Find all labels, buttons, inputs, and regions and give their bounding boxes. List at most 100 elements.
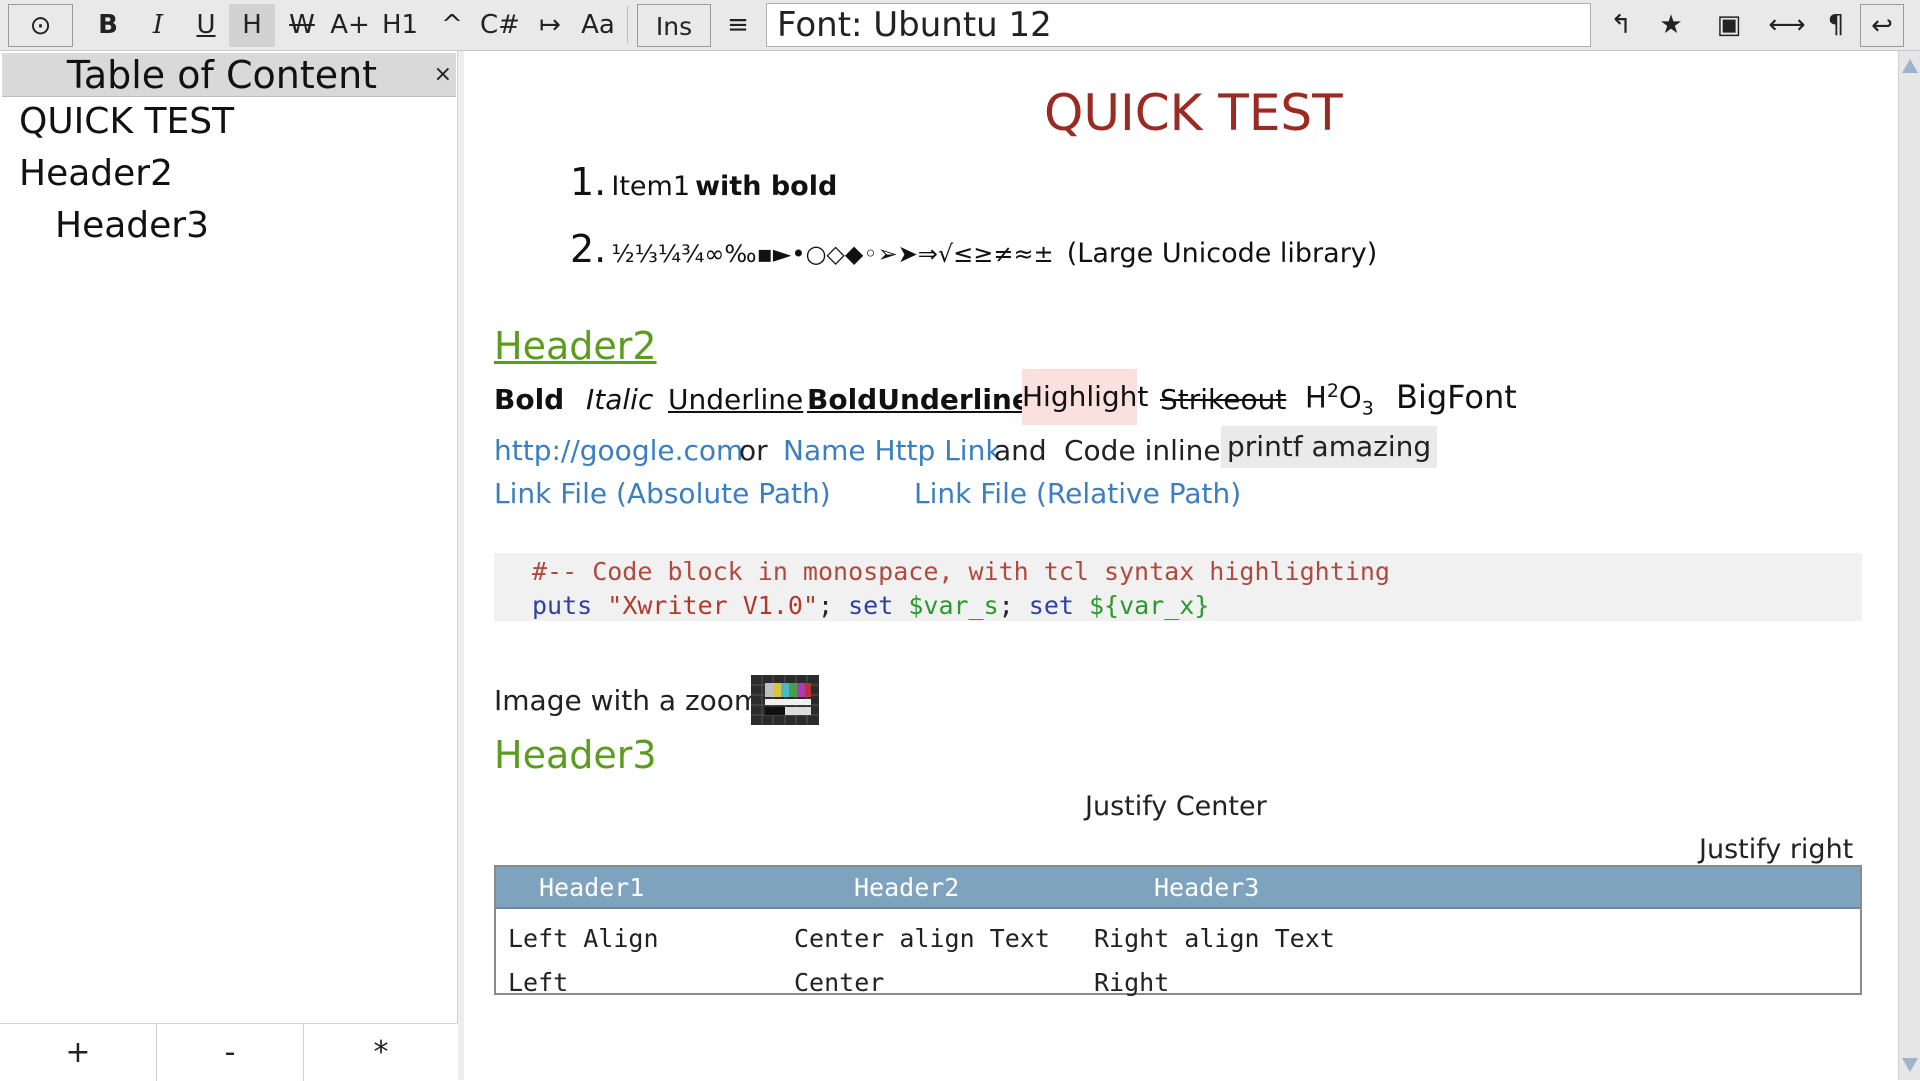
code-block: #-- Code block in monospace, with tcl sy…	[494, 553, 1862, 621]
justify-right-text: Justify right	[1699, 834, 1854, 865]
box-icon: ▣	[1716, 10, 1742, 40]
unicode-sample: ½⅓¼¾∞‰▪►•○◇◆◦➢➤⇒√≤≥≠≈±	[611, 240, 1054, 268]
code-keyword: puts	[532, 591, 593, 620]
or-text: or	[739, 434, 768, 467]
strike-button[interactable]: W	[280, 4, 324, 47]
star-icon: ★	[1659, 10, 1683, 40]
toc-add-button[interactable]: +	[0, 1024, 157, 1081]
chem-sub: 3	[1361, 397, 1374, 420]
enter-icon: ↩	[1871, 11, 1893, 41]
bold-button[interactable]: B	[86, 4, 130, 47]
format-italic: Italic	[586, 383, 654, 416]
test-pattern-image[interactable]	[751, 675, 819, 725]
chem-h: H	[1305, 380, 1327, 415]
code-keyword: set	[1028, 591, 1074, 620]
vertical-scrollbar[interactable]	[1898, 51, 1920, 1080]
menu-button[interactable]: ≡	[716, 4, 760, 47]
font-field[interactable]: Font: Ubuntu 12	[766, 3, 1591, 47]
code-inline-label: Code inline:	[1064, 434, 1231, 467]
width-arrows-icon: ⟷	[1768, 10, 1806, 40]
table-header-cell: Header3	[1154, 873, 1260, 902]
toolbar: ⊙ B I U H W A+ H1 ^ C# ↦ Aa Ins ≡ Font: …	[0, 0, 1920, 51]
star-button[interactable]: ★	[1648, 4, 1694, 47]
toc-all-button[interactable]: *	[304, 1024, 458, 1081]
table-cell: Center	[794, 968, 885, 997]
list-item-1: 1. Item1 with bold	[570, 160, 837, 204]
table-header-row: Header1 Header2 Header3	[496, 867, 1860, 909]
header2-heading[interactable]: Header2	[494, 324, 657, 368]
table-header-cell: Header1	[539, 873, 645, 902]
toc-header: Table of Content ×	[2, 53, 456, 97]
named-http-link[interactable]: Name Http Link	[783, 434, 1002, 467]
list-number: 1.	[570, 160, 607, 204]
undo-icon: ↰	[1610, 10, 1632, 40]
table-header-cell: Header2	[854, 873, 960, 902]
list-number: 2.	[570, 227, 607, 271]
h1-button[interactable]: H1	[378, 4, 422, 47]
table-cell: Right	[1094, 968, 1170, 997]
test-pattern-icon	[751, 675, 819, 725]
format-bigfont: BigFont	[1396, 378, 1517, 416]
target-button[interactable]: ⊙	[8, 4, 73, 47]
toc-item-header3[interactable]: Header3	[55, 205, 209, 246]
underline-button[interactable]: U	[184, 4, 228, 47]
code-semicolon: ;	[818, 591, 834, 620]
scroll-up-icon[interactable]	[1902, 59, 1918, 73]
table-cell: Left Align	[508, 924, 659, 953]
document-title: QUICK TEST	[1044, 84, 1343, 142]
table-cell: Center align Text	[794, 924, 1050, 953]
chem-sup: 2	[1326, 380, 1339, 402]
width-button[interactable]: ⟷	[1762, 4, 1812, 47]
format-strikeout: Strikeout	[1160, 383, 1287, 416]
indent-button[interactable]: ↦	[528, 4, 572, 47]
toc-remove-button[interactable]: -	[157, 1024, 304, 1081]
pilcrow-button[interactable]: ¶	[1816, 4, 1856, 47]
format-underline: Underline	[668, 383, 804, 416]
code-line-1: #-- Code block in monospace, with tcl sy…	[532, 557, 1390, 586]
code-string: "Xwriter V1.0"	[607, 591, 818, 620]
format-bold-underline: BoldUnderline	[807, 383, 1031, 416]
code-keyword: set	[848, 591, 894, 620]
heading-button[interactable]: H	[229, 4, 275, 47]
toc-item-header2[interactable]: Header2	[19, 153, 173, 194]
google-link[interactable]: http://google.com	[494, 434, 743, 467]
code-comment: #-- Code block in monospace, with tcl sy…	[532, 557, 1390, 586]
undo-button[interactable]: ↰	[1598, 4, 1644, 47]
data-table: Header1 Header2 Header3 Left Align Cente…	[494, 865, 1862, 997]
enter-button[interactable]: ↩	[1860, 4, 1904, 47]
code-inline: printf amazing	[1221, 426, 1438, 468]
code-inline-text: printf amazing	[1221, 426, 1438, 468]
toolbar-separator	[627, 6, 628, 44]
toc-footer: + - *	[0, 1023, 458, 1081]
toc-sidebar: Table of Content × QUICK TEST Header2 He…	[0, 51, 458, 1081]
scroll-down-icon[interactable]	[1902, 1058, 1918, 1072]
code-variable: ${var_x}	[1089, 591, 1210, 620]
target-icon: ⊙	[29, 11, 52, 41]
toc-title: Table of Content	[66, 53, 378, 97]
case-button[interactable]: Aa	[575, 4, 621, 47]
format-chemical: H2O3	[1305, 380, 1374, 419]
link-file-absolute[interactable]: Link File (Absolute Path)	[494, 477, 831, 510]
italic-button[interactable]: I	[136, 4, 180, 47]
justify-center-text: Justify Center	[1085, 791, 1267, 822]
code-line-2: puts "Xwriter V1.0"; set $var_s; set ${v…	[532, 591, 1209, 620]
unicode-note: (Large Unicode library)	[1066, 238, 1378, 269]
code-semicolon: ;	[998, 591, 1014, 620]
link-file-relative[interactable]: Link File (Relative Path)	[914, 477, 1241, 510]
toc-item-quick-test[interactable]: QUICK TEST	[19, 101, 234, 142]
code-variable: $var_s	[908, 591, 999, 620]
image-label: Image with a zoom:	[494, 684, 771, 717]
box-button[interactable]: ▣	[1706, 4, 1752, 47]
superscript-button[interactable]: ^	[430, 4, 474, 47]
list-item-2: 2. ½⅓¼¾∞‰▪►•○◇◆◦➢➤⇒√≤≥≠≈± (Large Unicode…	[570, 227, 1377, 271]
pilcrow-icon: ¶	[1827, 10, 1845, 40]
insert-mode-button[interactable]: Ins	[637, 4, 711, 47]
bigger-font-button[interactable]: A+	[328, 4, 372, 47]
table-cell: Left	[508, 968, 569, 997]
chem-o: O	[1338, 380, 1362, 415]
menu-icon: ≡	[727, 10, 749, 40]
and-text: and	[994, 434, 1047, 467]
list-text: Item1	[611, 171, 690, 202]
code-button[interactable]: C#	[477, 4, 523, 47]
close-icon[interactable]: ×	[434, 53, 452, 97]
